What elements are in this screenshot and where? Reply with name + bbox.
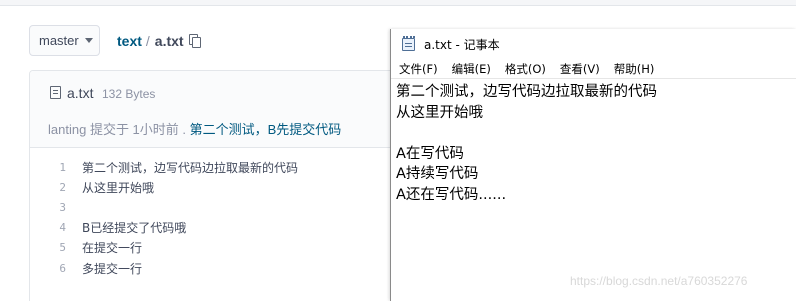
line-text: B已经提交了代码哦: [82, 221, 187, 236]
file-header: a.txt 132 Bytes lanting 提交于 1小时前 . 第二个测试…: [30, 71, 408, 148]
menu-help[interactable]: 帮助(H): [614, 61, 655, 77]
notepad-icon: [401, 36, 417, 52]
line-number[interactable]: 6: [30, 262, 66, 275]
line-text: 从这里开始哦: [82, 180, 155, 195]
watermark: https://blog.csdn.net/a760352276: [570, 274, 748, 288]
commit-info: lanting 提交于 1小时前 . 第二个测试，B先提交代码: [48, 119, 341, 138]
code-line: 3: [30, 197, 408, 217]
file-size: 132 Bytes: [102, 87, 156, 101]
code-line: 1 第二个测试，边写代码边拉取最新的代码: [30, 157, 408, 177]
line-number[interactable]: 3: [30, 201, 66, 214]
commit-message-link[interactable]: 第二个测试，B先提交代码: [190, 122, 342, 137]
file-viewer: a.txt 132 Bytes lanting 提交于 1小时前 . 第二个测试…: [29, 70, 409, 301]
file-name: a.txt: [67, 85, 94, 101]
branch-label: master: [39, 33, 79, 48]
menu-format[interactable]: 格式(O): [505, 61, 546, 77]
caret-down-icon: [84, 38, 93, 43]
menu-file[interactable]: 文件(F): [399, 61, 438, 77]
notepad-titlebar[interactable]: a.txt - 记事本: [391, 29, 796, 59]
file-icon: [50, 86, 61, 99]
line-text: 在提交一行: [82, 241, 143, 256]
text-line: [396, 123, 796, 144]
text-line: A在写代码: [396, 145, 464, 162]
notepad-title: a.txt - 记事本: [424, 37, 500, 52]
line-number[interactable]: 4: [30, 221, 66, 234]
commit-author[interactable]: lanting: [48, 122, 86, 137]
notepad-text-area[interactable]: 第二个测试，边写代码边拉取最新的代码 从这里开始哦 A在写代码 A持续写代码 A…: [391, 79, 796, 206]
page-top-strip: [0, 0, 796, 6]
text-line: 第二个测试，边写代码边拉取最新的代码: [396, 84, 657, 100]
menu-edit[interactable]: 编辑(E): [452, 61, 491, 77]
code-line: 4 B已经提交了代码哦: [30, 218, 408, 238]
branch-selector[interactable]: master: [29, 25, 100, 56]
text-line: A还在写代码......: [396, 186, 507, 203]
text-line: A持续写代码: [396, 166, 479, 183]
menu-view[interactable]: 查看(V): [560, 61, 600, 77]
line-text: 第二个测试，边写代码边拉取最新的代码: [82, 160, 299, 175]
line-number[interactable]: 5: [30, 241, 66, 254]
notepad-menubar: 文件(F) 编辑(E) 格式(O) 查看(V) 帮助(H): [391, 59, 796, 79]
copy-icon[interactable]: [188, 34, 201, 48]
notepad-window: a.txt - 记事本 文件(F) 编辑(E) 格式(O) 查看(V) 帮助(H…: [390, 29, 796, 301]
line-text: 多提交一行: [82, 261, 143, 276]
breadcrumb: text / a.txt: [117, 33, 201, 49]
text-line: 从这里开始哦: [396, 104, 483, 121]
line-number[interactable]: 2: [30, 181, 66, 194]
commit-time: 提交于 1小时前 .: [89, 122, 187, 137]
line-number[interactable]: 1: [30, 161, 66, 174]
breadcrumb-file: a.txt: [154, 33, 184, 49]
code-line: 2 从这里开始哦: [30, 177, 408, 197]
code-line: 5 在提交一行: [30, 238, 408, 258]
code-line: 6 多提交一行: [30, 258, 408, 278]
breadcrumb-separator: /: [145, 33, 150, 49]
code-block: 1 第二个测试，边写代码边拉取最新的代码 2 从这里开始哦 3 4 B已经提交了代码哦…: [30, 157, 408, 278]
breadcrumb-root-link[interactable]: text: [117, 33, 142, 49]
